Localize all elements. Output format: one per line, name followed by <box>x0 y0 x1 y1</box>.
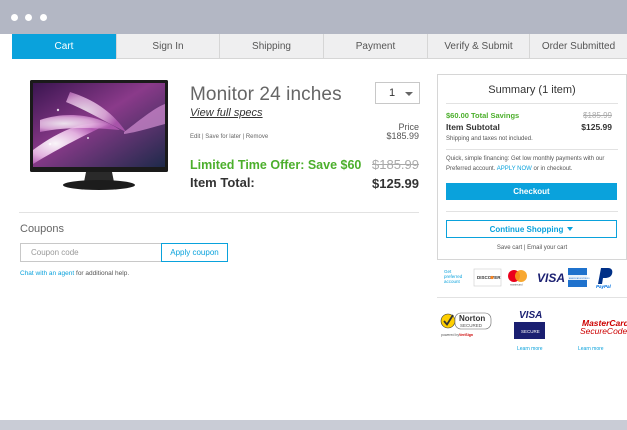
window-maximize-dot[interactable] <box>40 14 47 21</box>
divider <box>446 149 618 150</box>
security-badges: Norton SECURED powered by VeriSign VISA … <box>440 310 627 352</box>
financing-text: Quick, simple financing: Get low monthly… <box>446 155 624 174</box>
svg-text:AMERICAN EXPRESS: AMERICAN EXPRESS <box>569 277 590 280</box>
payment-methods: Get preferred account DISCOVER mastercar… <box>444 268 613 289</box>
tab-sign-in[interactable]: Sign In <box>116 34 219 59</box>
svg-text:VISA: VISA <box>519 310 542 321</box>
paypal-logo: PayPal <box>596 268 613 289</box>
divider <box>446 211 618 212</box>
verified-by-visa-badge[interactable]: VISA SECURE Learn more <box>514 310 545 352</box>
checkout-steps: Cart Sign In Shipping Payment Verify & S… <box>12 34 627 59</box>
svg-text:Learn more: Learn more <box>517 346 543 352</box>
product-title: Monitor 24 inches <box>190 84 342 105</box>
limited-offer-text: Limited Time Offer: Save $60 <box>190 158 362 172</box>
chat-help-rest: for additional help. <box>74 270 130 277</box>
quantity-select[interactable]: 1 <box>375 82 420 104</box>
discover-logo: DISCOVER <box>473 268 502 287</box>
tab-order-submitted[interactable]: Order Submitted <box>529 34 627 59</box>
amex-logo: AMERICAN EXPRESS <box>568 268 590 287</box>
browser-window: Cart Sign In Shipping Payment Verify & S… <box>0 0 627 430</box>
divider <box>446 103 618 104</box>
chevron-down-icon <box>567 227 574 232</box>
norton-secured-badge[interactable]: Norton SECURED powered by VeriSign <box>440 312 492 337</box>
continue-shopping-label: Continue Shopping <box>489 224 564 234</box>
original-price: $185.99 <box>372 157 419 172</box>
svg-text:DISCOVER: DISCOVER <box>477 275 501 280</box>
savings-original-price: $185.99 <box>583 111 612 120</box>
coupon-code-input[interactable] <box>20 243 162 262</box>
svg-text:Norton: Norton <box>459 314 485 323</box>
product-actions: Edit | Save for later | Remove <box>190 134 268 140</box>
tab-cart[interactable]: Cart <box>12 34 116 59</box>
tab-shipping[interactable]: Shipping <box>219 34 323 59</box>
save-for-later-link[interactable]: Save for later <box>205 134 241 140</box>
visa-logo: VISA <box>537 271 565 285</box>
svg-text:SecureCode: SecureCode <box>580 326 627 336</box>
subtotal-value: $125.99 <box>581 122 612 132</box>
subtotal-label: Item Subtotal <box>446 122 500 132</box>
coupons-heading: Coupons <box>20 223 65 235</box>
view-full-specs-link[interactable]: View full specs <box>190 107 263 119</box>
svg-text:Learn more: Learn more <box>578 346 604 352</box>
preferred-account-logo: Get preferred account <box>444 269 463 284</box>
svg-text:VeriSign: VeriSign <box>459 333 473 337</box>
email-cart-link[interactable]: Email your cart <box>527 245 567 251</box>
window-minimize-dot[interactable] <box>25 14 32 21</box>
unit-price: $185.99 <box>386 131 419 141</box>
save-cart-link[interactable]: Save cart <box>497 245 522 251</box>
remove-link[interactable]: Remove <box>246 134 268 140</box>
chevron-down-icon <box>405 92 413 96</box>
item-total-label: Item Total: <box>190 175 255 190</box>
preferred-line-3: account <box>444 279 461 284</box>
svg-text:SECURED: SECURED <box>460 323 483 328</box>
quantity-value: 1 <box>389 87 396 99</box>
chat-help-text: Chat with an agent for additional help. <box>20 270 129 277</box>
edit-link[interactable]: Edit <box>190 134 200 140</box>
financing-tail: or in checkout. <box>531 165 573 172</box>
tab-payment[interactable]: Payment <box>323 34 427 59</box>
svg-text:powered by: powered by <box>441 333 459 337</box>
total-savings: $60.00 Total Savings <box>446 111 520 120</box>
divider <box>437 297 627 298</box>
chat-with-agent-link[interactable]: Chat with an agent <box>20 270 74 277</box>
svg-text:mastercard: mastercard <box>510 284 523 287</box>
tax-note: Shipping and taxes not included. <box>446 136 533 142</box>
window-close-dot[interactable] <box>11 14 18 21</box>
title-bar <box>0 0 627 34</box>
checkout-button[interactable]: Checkout <box>446 183 617 200</box>
continue-shopping-button[interactable]: Continue Shopping <box>446 220 617 238</box>
cart-links: Save cart | Email your cart <box>438 245 626 251</box>
bottom-bar <box>0 420 627 430</box>
divider <box>19 212 419 213</box>
monitor-product-image[interactable] <box>30 80 168 192</box>
apply-coupon-button[interactable]: Apply coupon <box>161 243 228 262</box>
tab-verify-submit[interactable]: Verify & Submit <box>427 34 529 59</box>
summary-title: Summary (1 item) <box>488 84 576 96</box>
order-summary-panel: Summary (1 item) $60.00 Total Savings $1… <box>437 74 627 260</box>
svg-text:SECURE: SECURE <box>521 329 540 334</box>
apply-now-link[interactable]: APPLY NOW <box>497 166 532 172</box>
svg-text:PayPal: PayPal <box>596 284 612 289</box>
item-total-value: $125.99 <box>372 176 419 191</box>
mastercard-securecode-badge[interactable]: MasterCard SecureCode Learn more <box>578 318 627 352</box>
mastercard-logo: mastercard <box>508 270 527 287</box>
